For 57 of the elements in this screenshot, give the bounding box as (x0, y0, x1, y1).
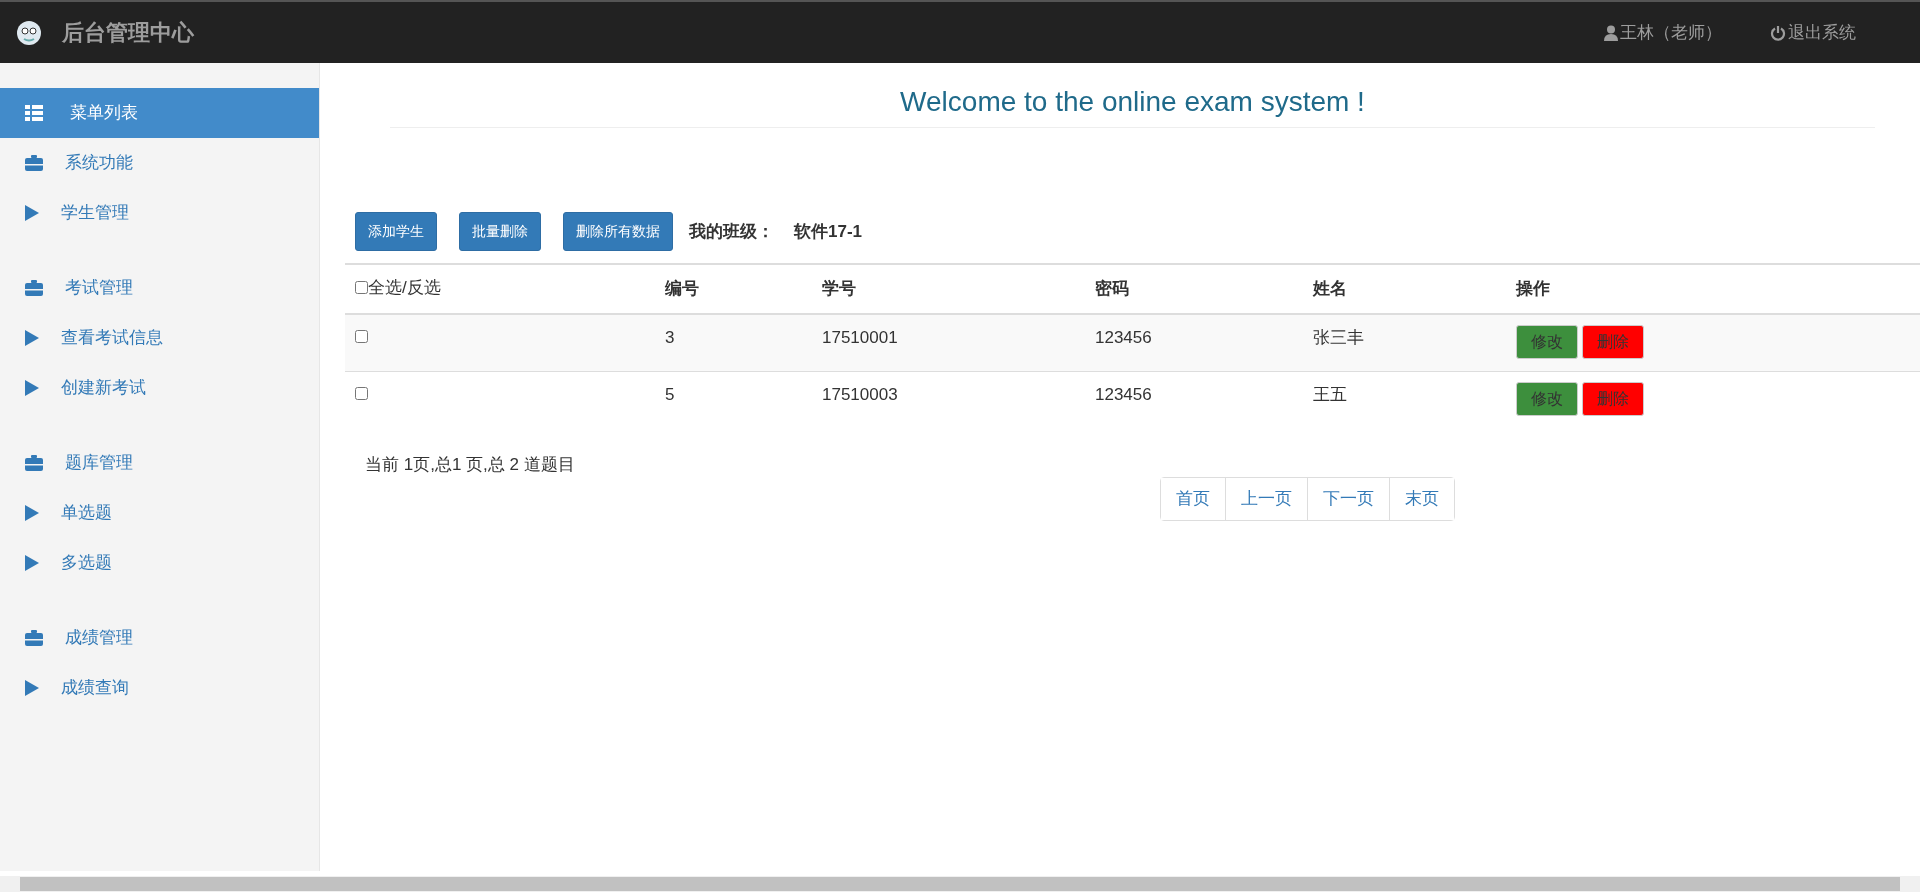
column-header: 操作 (1506, 263, 1920, 314)
table-cell: 123456 (1085, 371, 1303, 430)
sidebar-item[interactable]: 多选题 (0, 538, 319, 588)
triangle-right-icon (25, 330, 39, 346)
logout-link[interactable]: 退出系统 (1770, 19, 1856, 46)
table-cell: 17510003 (812, 371, 1085, 430)
column-header: 密码 (1085, 263, 1303, 314)
delete-button[interactable]: 删除 (1582, 324, 1644, 359)
sidebar-item[interactable]: 创建新考试 (0, 363, 319, 413)
app-title: 后台管理中心 (62, 19, 194, 47)
page-info: 当前 1页,总1 页,总 2 道题目 (364, 453, 576, 476)
welcome-heading: Welcome to the online exam system ! (390, 63, 1875, 128)
briefcase-icon (25, 455, 43, 471)
list-icon (25, 105, 43, 121)
pagination-link[interactable]: 首页 (1161, 478, 1226, 520)
power-icon (1770, 24, 1786, 41)
sidebar-item[interactable]: 成绩管理 (0, 613, 319, 663)
sidebar-item[interactable]: 菜单列表 (0, 88, 319, 138)
horizontal-scrollbar[interactable] (0, 876, 1920, 892)
column-header: 姓名 (1303, 263, 1506, 314)
sidebar-item[interactable]: 考试管理 (0, 263, 319, 313)
table-cell: 123456 (1085, 313, 1303, 372)
triangle-right-icon (25, 680, 39, 696)
user-link[interactable]: 王林（老师） (1604, 19, 1722, 46)
table-cell: 张三丰 (1303, 313, 1506, 372)
briefcase-icon (25, 630, 43, 646)
table-cell: 5 (655, 371, 812, 430)
class-label: 我的班级： (689, 220, 774, 243)
sidebar-item[interactable]: 题库管理 (0, 438, 319, 488)
briefcase-icon (25, 155, 43, 171)
table-cell: 王五 (1303, 371, 1506, 430)
sidebar-item[interactable]: 查看考试信息 (0, 313, 319, 363)
triangle-right-icon (25, 380, 39, 396)
table-cell: 17510001 (812, 313, 1085, 372)
sidebar-item[interactable]: 系统功能 (0, 138, 319, 188)
edit-button[interactable]: 修改 (1516, 324, 1578, 359)
class-value: 软件17-1 (794, 220, 863, 243)
toolbar-button[interactable]: 添加学生 (355, 212, 437, 252)
row-checkbox[interactable] (355, 329, 368, 343)
column-header: 学号 (812, 263, 1085, 314)
table-cell: 3 (655, 313, 812, 372)
delete-button[interactable]: 删除 (1582, 382, 1644, 417)
triangle-right-icon (25, 505, 39, 521)
edit-button[interactable]: 修改 (1516, 382, 1578, 417)
triangle-right-icon (25, 205, 39, 221)
row-checkbox[interactable] (355, 387, 368, 401)
sidebar-item[interactable]: 成绩查询 (0, 663, 319, 713)
toolbar-button[interactable]: 批量删除 (459, 212, 541, 252)
select-all-label: 全选/反选 (368, 277, 441, 300)
sidebar-item[interactable]: 单选题 (0, 488, 319, 538)
triangle-right-icon (25, 555, 39, 571)
briefcase-icon (25, 280, 43, 296)
select-all-checkbox[interactable] (355, 281, 368, 295)
toolbar-button[interactable]: 删除所有数据 (563, 212, 673, 252)
sidebar-item[interactable]: 学生管理 (0, 188, 319, 238)
user-icon (1604, 24, 1618, 41)
column-header: 编号 (655, 263, 812, 314)
